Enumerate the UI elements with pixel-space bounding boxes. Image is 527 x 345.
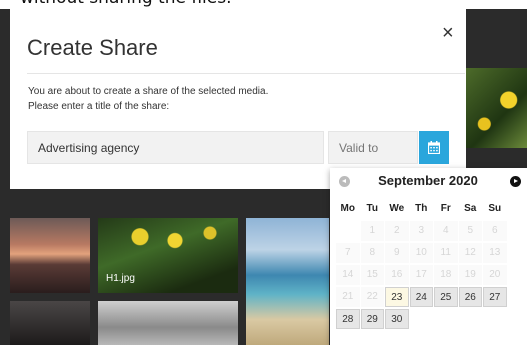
media-thumbnail[interactable] — [10, 218, 90, 293]
datepicker-day[interactable]: 29 — [360, 309, 384, 329]
datepicker-day: 8 — [360, 243, 384, 263]
previous-month-icon[interactable] — [339, 176, 350, 187]
next-month-icon[interactable] — [510, 176, 521, 187]
dialog-prompt: Please enter a title of the share: — [28, 101, 170, 112]
datepicker-day[interactable]: 30 — [385, 309, 409, 329]
media-thumbnail[interactable] — [10, 301, 90, 345]
thumbnail-filename: H1.jpg — [106, 273, 135, 284]
datepicker-day: 16 — [385, 265, 409, 285]
datepicker-day: 7 — [336, 243, 360, 263]
datepicker-day: 6 — [483, 221, 507, 241]
datepicker-day: 10 — [409, 243, 433, 263]
datepicker-day[interactable]: 25 — [434, 287, 458, 307]
datepicker-day: 9 — [385, 243, 409, 263]
weekday-label: Tu — [366, 203, 378, 214]
weekday-label: We — [389, 203, 405, 214]
weekday-label: Fr — [440, 203, 451, 214]
create-share-dialog: Create Share × You are about to create a… — [10, 9, 466, 189]
datepicker-grid: Mo Tu We Th Fr Sa Su 1 2 3 4 5 6 7 8 9 10 11 12 13 14 15 16 17 1… — [336, 198, 507, 330]
datepicker-empty-cell — [336, 221, 360, 241]
datepicker-day: 22 — [360, 287, 384, 307]
datepicker-day: 19 — [458, 265, 482, 285]
datepicker-day: 17 — [409, 265, 433, 285]
close-icon[interactable]: × — [442, 23, 454, 43]
dialog-title: Create Share — [27, 35, 158, 60]
datepicker-day[interactable]: 28 — [336, 309, 360, 329]
weekday-label: Su — [488, 203, 502, 214]
datepicker-day: 2 — [385, 221, 409, 241]
datepicker-day: 21 — [336, 287, 360, 307]
datepicker-day[interactable]: 24 — [409, 287, 433, 307]
datepicker-day: 18 — [434, 265, 458, 285]
weekday-label: Th — [415, 203, 428, 214]
valid-to-input[interactable] — [328, 131, 418, 164]
datepicker-day: 12 — [458, 243, 482, 263]
datepicker-day[interactable]: 27 — [483, 287, 507, 307]
datepicker-day: 11 — [434, 243, 458, 263]
datepicker-day: 4 — [434, 221, 458, 241]
caption-text: without sharing the files. — [20, 0, 232, 8]
datepicker-day[interactable]: 26 — [458, 287, 482, 307]
datepicker-day: 14 — [336, 265, 360, 285]
calendar-icon — [428, 141, 440, 154]
datepicker-header: September 2020 — [330, 168, 527, 194]
calendar-button[interactable] — [419, 131, 449, 164]
weekday-label: Sa — [464, 203, 477, 214]
datepicker-day: 15 — [360, 265, 384, 285]
media-thumbnail[interactable] — [98, 301, 238, 345]
media-thumbnail[interactable]: H1.jpg — [98, 218, 238, 293]
dialog-divider — [27, 73, 465, 74]
datepicker-day: 5 — [458, 221, 482, 241]
datepicker-day: 3 — [409, 221, 433, 241]
document-caption: without sharing the files. — [0, 0, 527, 9]
datepicker-day: 13 — [483, 243, 507, 263]
dialog-message: You are about to create a share of the s… — [28, 86, 269, 97]
datepicker-day: 1 — [360, 221, 384, 241]
datepicker-month-label[interactable]: September 2020 — [358, 173, 498, 188]
datepicker-popup: September 2020 Mo Tu We Th Fr Sa Su 1 2 3 4 5 6 7 8 9 10… — [330, 168, 527, 345]
datepicker-day: 20 — [483, 265, 507, 285]
datepicker-day[interactable]: 23 — [385, 287, 409, 307]
media-thumbnail[interactable] — [466, 68, 527, 148]
media-thumbnail[interactable] — [246, 218, 329, 345]
weekday-label: Mo — [340, 203, 355, 214]
share-title-input[interactable] — [27, 131, 324, 164]
